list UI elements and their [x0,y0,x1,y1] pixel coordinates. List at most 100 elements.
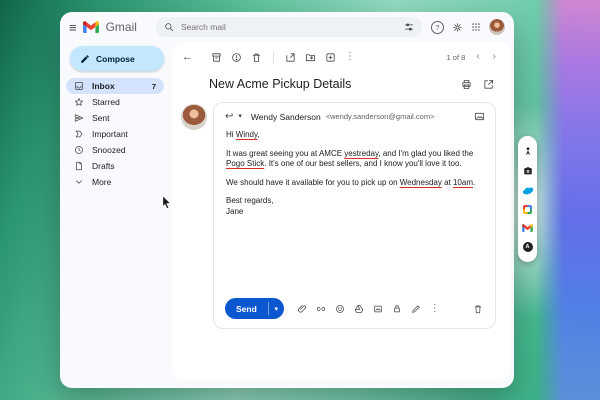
back-arrow-icon[interactable]: ← [182,51,193,63]
sidebar-item-inbox[interactable]: Inbox 7 [66,78,164,94]
gmail-body: Compose Inbox 7 Starred Sent Important S… [60,42,514,388]
paragraph-2: We should have it available for you to p… [226,177,476,187]
closing-line: Best regards, [226,196,274,205]
more-options-icon[interactable]: ⋮ [345,52,355,62]
desktop-background: ≡ Gmail ? [0,0,600,400]
help-icon[interactable]: ? [431,20,444,34]
sidebar-item-label: More [92,177,112,187]
sidebar-nav: Inbox 7 Starred Sent Important Snoozed D… [60,78,172,190]
chevron-down-icon [74,177,84,187]
sender-email: <wendy.sanderson@gmail.com> [325,112,435,121]
compose-label: Compose [96,53,135,64]
email-subject: New Acme Pickup Details [209,77,352,91]
star-icon [74,97,84,107]
sidebar-item-snoozed[interactable]: Snoozed [66,142,164,158]
confidential-lock-icon[interactable] [392,304,402,314]
search-options-tune-icon[interactable] [404,22,414,32]
wallpaper-gradient-band [536,0,600,400]
signature-line: Jane [226,206,244,216]
archive-icon[interactable] [211,52,222,63]
send-options-caret-icon[interactable]: ▾ [269,298,284,319]
subject-row: New Acme Pickup Details [172,68,510,95]
draft-file-icon [74,161,84,171]
toolbar-divider [273,51,274,63]
newer-chevron-icon[interactable]: ‹ [474,52,481,62]
inbox-unread-count: 7 [151,81,156,91]
mark-unread-icon[interactable] [285,52,296,63]
sidebar-item-label: Snoozed [92,145,126,155]
sender-name: Wendy Sanderson [250,111,321,122]
side-app-strip: A [518,136,537,262]
paragraph-1: It was great seeing you at AMCE yestreda… [226,148,474,169]
settings-gear-icon[interactable] [452,22,463,33]
sidebar-item-sent[interactable]: Sent [66,110,164,126]
gmail-wordmark: Gmail [105,20,137,34]
delete-trash-icon[interactable] [251,52,262,63]
drive-icon[interactable] [354,304,364,314]
search-bar[interactable] [155,17,422,37]
more-compose-options-icon[interactable]: ⋮ [430,303,440,314]
sidebar-item-label: Drafts [92,161,115,171]
photo-icon[interactable] [474,111,485,122]
sender-avatar [181,104,207,130]
send-button[interactable]: Send ▾ [225,298,284,319]
salesforce-cloud-icon[interactable] [522,186,534,195]
email-card: ↩ ▾ Wendy Sanderson <wendy.sanderson@gma… [213,102,496,329]
account-avatar[interactable] [489,19,505,35]
pencil-icon [80,54,90,64]
reply-dropdown-icon[interactable]: ▾ [238,113,242,120]
discard-draft-trash-icon[interactable] [473,304,483,314]
highlighted-day: Wednesday [399,177,442,187]
add-label-icon[interactable] [325,52,336,63]
dark-app-icon[interactable]: A [522,242,533,252]
older-chevron-icon[interactable]: › [491,52,498,62]
sidebar-item-label: Important [92,129,128,139]
sidebar-item-drafts[interactable]: Drafts [66,158,164,174]
sidebar-item-label: Inbox [92,81,115,91]
camera-icon[interactable] [523,166,533,176]
sidebar-item-more[interactable]: More [66,174,164,190]
gmail-app-icon[interactable] [522,224,533,232]
misspelled-word: yestreday [344,148,379,158]
move-to-folder-icon[interactable] [305,52,316,63]
report-spam-icon[interactable] [231,52,242,63]
sidebar-item-starred[interactable]: Starred [66,94,164,110]
greeting-line: Hi Windy, [226,130,260,139]
send-label[interactable]: Send [225,298,268,319]
header-actions: ? [431,19,505,35]
open-in-new-icon[interactable] [483,79,494,90]
emoji-icon[interactable] [335,304,345,314]
search-icon [164,22,174,32]
main-menu-icon[interactable]: ≡ [69,21,77,34]
google-calendar-icon[interactable] [523,205,532,214]
sender-row: ↩ ▾ Wendy Sanderson <wendy.sanderson@gma… [214,103,495,122]
gmail-logo-icon [82,21,99,33]
mail-toolbar: ← ⋮ 1 of 8 ‹ › [172,42,510,68]
attach-paperclip-icon[interactable] [297,304,307,314]
compose-action-bar: Send ▾ ⋮ [214,298,495,328]
sidebar-item-label: Starred [92,97,120,107]
inbox-icon [74,81,84,91]
signature-pen-icon[interactable] [411,304,421,314]
mail-view: ← ⋮ 1 of 8 ‹ › New Acme Pickup Details ↩… [172,42,510,380]
person-icon[interactable] [523,146,533,156]
sidebar: Compose Inbox 7 Starred Sent Important S… [60,42,172,190]
highlighted-time: 10am [452,177,473,187]
message-row: ↩ ▾ Wendy Sanderson <wendy.sanderson@gma… [172,95,510,380]
print-icon[interactable] [461,79,472,90]
sidebar-item-label: Sent [92,113,110,123]
important-tag-icon [74,129,84,139]
google-apps-grid-icon[interactable] [471,22,481,32]
insert-link-icon[interactable] [316,304,326,314]
search-input[interactable] [178,21,399,33]
compose-button[interactable]: Compose [70,46,164,71]
gmail-window: ≡ Gmail ? [60,12,514,388]
pagination-counter: 1 of 8 [446,52,466,62]
send-plane-icon [74,113,84,123]
insert-image-icon[interactable] [373,304,383,314]
sidebar-item-important[interactable]: Important [66,126,164,142]
email-body: Hi Windy, It was great seeing you at AMC… [214,122,495,225]
highlighted-product: Pogo Stick [226,159,265,168]
reply-icon[interactable]: ↩ [225,111,233,122]
clock-icon [74,145,84,155]
